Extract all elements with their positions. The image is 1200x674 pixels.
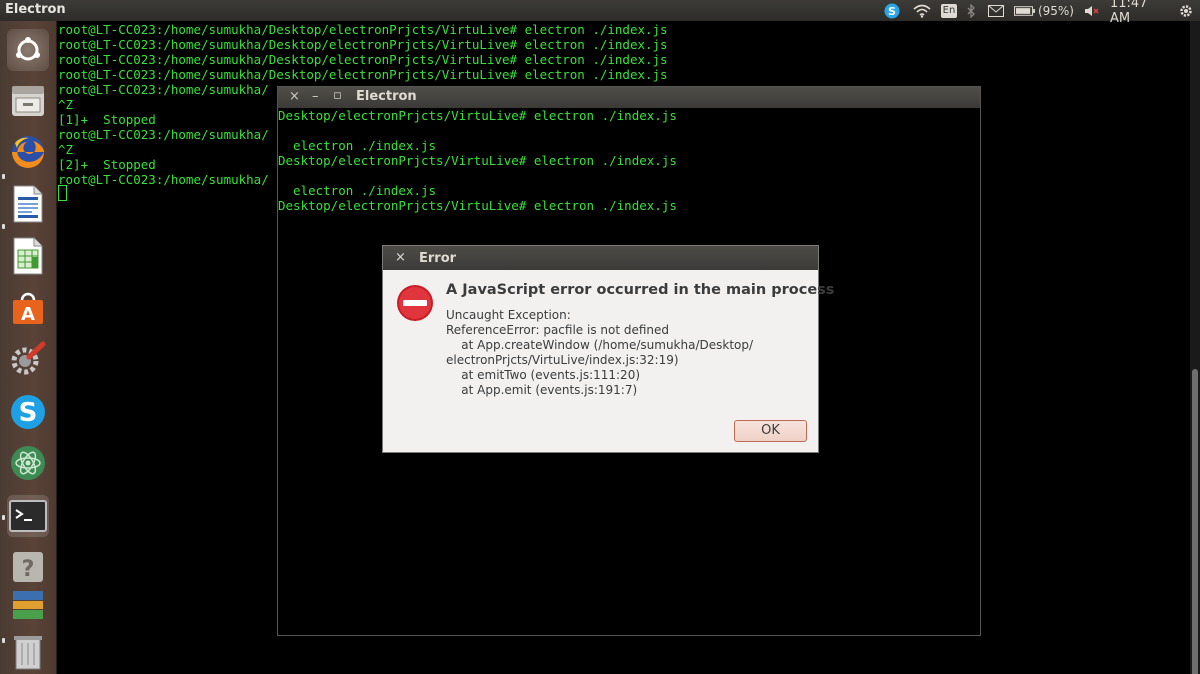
terminal-line: Desktop/electronPrjcts/VirtuLive# electr… (278, 153, 677, 168)
skype-tray-icon[interactable]: S (883, 0, 901, 21)
terminal-line: [1]+ Stopped (58, 112, 156, 127)
running-indicator (2, 224, 5, 229)
terminal-line: Desktop/electronPrjcts/VirtuLive# electr… (278, 198, 677, 213)
scrollbar-thumb[interactable] (1192, 369, 1198, 674)
wifi-icon[interactable] (911, 0, 933, 21)
system-settings-icon[interactable] (7, 339, 49, 381)
minimize-icon[interactable]: – (312, 89, 319, 104)
gear-icon[interactable] (1176, 0, 1196, 21)
terminal-icon[interactable] (7, 495, 49, 537)
files-icon[interactable] (7, 80, 49, 122)
app-title: Electron (5, 2, 66, 17)
software-center-icon[interactable]: A (7, 287, 49, 329)
keyboard-layout-label: En (940, 3, 958, 18)
help-icon[interactable]: ? (7, 546, 49, 588)
terminal-line: electron ./index.js (278, 138, 437, 153)
terminal-cursor (58, 185, 67, 201)
running-indicator (2, 638, 5, 643)
workspaces-icon[interactable] (7, 589, 49, 621)
error-dialog-titlebar[interactable]: × Error (383, 246, 818, 270)
terminal-line: ^Z (58, 142, 74, 157)
svg-text:S: S (888, 5, 896, 18)
terminal-line: root@LT-CC023:/home/sumukha/Desktop/elec… (58, 52, 668, 67)
terminal-line: [2]+ Stopped (58, 157, 156, 172)
ok-button[interactable]: OK (734, 420, 807, 442)
battery-indicator[interactable]: (95%) (1014, 0, 1074, 21)
atom-icon[interactable] (7, 442, 49, 484)
writer-icon[interactable] (7, 183, 49, 225)
svg-text:?: ? (22, 557, 35, 582)
calc-icon[interactable] (7, 235, 49, 277)
maximize-icon[interactable]: ▫ (333, 88, 342, 103)
terminal-line: root@LT-CC023:/home/sumukha/ (58, 82, 269, 97)
electron-window-title: Electron (356, 89, 417, 104)
ubuntu-dash-icon[interactable] (7, 29, 49, 71)
battery-icon (1014, 5, 1035, 16)
firefox-icon[interactable] (7, 131, 49, 173)
terminal-line: ^Z (58, 97, 74, 112)
clock[interactable]: 11:47 AM (1110, 0, 1170, 26)
running-indicator (2, 174, 5, 179)
keyboard-layout-indicator[interactable]: En (939, 0, 959, 21)
running-indicator (2, 515, 5, 520)
terminal-line: root@LT-CC023:/home/sumukha/Desktop/elec… (58, 22, 668, 37)
bluetooth-icon[interactable] (964, 0, 978, 21)
terminal-line: root@LT-CC023:/home/sumukha/ (58, 127, 269, 142)
error-icon (396, 284, 434, 326)
mail-icon[interactable] (986, 0, 1006, 21)
launcher: A S ? (0, 21, 57, 674)
terminal-line: Desktop/electronPrjcts/VirtuLive# electr… (278, 108, 677, 123)
close-icon[interactable]: × (289, 89, 300, 104)
error-details: Uncaught Exception: ReferenceError: pacf… (446, 308, 754, 397)
terminal-line: electron ./index.js (278, 183, 437, 198)
terminal-scrollbar[interactable] (1190, 21, 1200, 674)
trash-icon[interactable] (7, 631, 49, 673)
volume-muted-icon[interactable] (1082, 0, 1102, 21)
terminal-line: root@LT-CC023:/home/sumukha/Desktop/elec… (58, 37, 668, 52)
top-panel: Electron S En (95%) 11:47 AM (0, 0, 1200, 26)
svg-text:S: S (19, 398, 38, 428)
battery-percent: (95%) (1037, 3, 1074, 18)
electron-titlebar[interactable]: × – ▫ Electron (278, 87, 980, 108)
error-dialog[interactable]: × Error A JavaScript error occurred in t… (382, 245, 834, 453)
terminal-line: root@LT-CC023:/home/sumukha/Desktop/elec… (58, 67, 668, 82)
error-dialog-title: Error (419, 251, 457, 266)
skype-icon[interactable]: S (7, 391, 49, 433)
error-heading: A JavaScript error occurred in the main … (446, 282, 835, 298)
terminal-line: root@LT-CC023:/home/sumukha/ (58, 172, 269, 187)
svg-text:A: A (21, 304, 35, 325)
close-icon[interactable]: × (395, 250, 406, 265)
